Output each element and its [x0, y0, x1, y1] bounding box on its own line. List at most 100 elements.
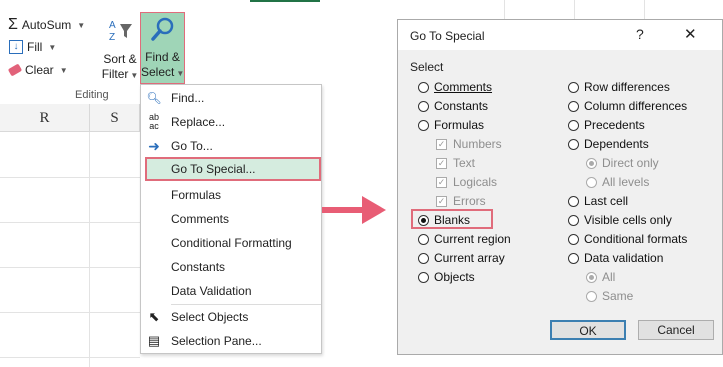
menu-item-comments[interactable]: Comments — [141, 207, 321, 231]
menu-item-goto-special[interactable]: Go To Special... — [145, 157, 321, 181]
option-label: Blanks — [434, 213, 471, 227]
option-validation-all[interactable]: All — [586, 270, 615, 284]
column-header-r[interactable]: R — [0, 104, 90, 132]
option-blanks[interactable]: Blanks — [418, 213, 470, 227]
radio-button[interactable] — [568, 195, 579, 207]
option-label: Text — [453, 156, 476, 170]
row-divider — [0, 222, 140, 223]
option-label: Direct only — [602, 156, 659, 170]
menu-item-label: Replace... — [171, 115, 226, 129]
menu-item-replace[interactable]: ab ac Replace... — [141, 110, 321, 134]
ok-button[interactable]: OK — [550, 320, 626, 340]
checkbox[interactable]: ✓ — [436, 176, 447, 188]
option-label: Objects — [434, 270, 475, 284]
option-current-region[interactable]: Current region — [418, 232, 511, 246]
checkbox-numbers[interactable]: ✓ Numbers — [436, 137, 502, 151]
checkbox[interactable]: ✓ — [436, 138, 447, 150]
radio-button[interactable] — [418, 271, 429, 283]
radio-button[interactable] — [568, 100, 579, 112]
option-row-differences[interactable]: Row differences — [568, 80, 670, 94]
option-conditional-formats[interactable]: Conditional formats — [568, 232, 687, 246]
menu-item-find[interactable]: 🔍︎ Find... — [141, 86, 321, 110]
menu-item-label: Data Validation — [171, 284, 252, 298]
radio-button-disabled[interactable] — [586, 290, 597, 302]
close-button[interactable]: ✕ — [684, 25, 697, 43]
sort-filter-button[interactable]: A Z Sort & Filter ▼ — [100, 18, 140, 84]
menu-item-select-objects[interactable]: ⬉ Select Objects — [141, 305, 321, 329]
radio-button-selected[interactable] — [418, 214, 429, 226]
checkbox[interactable]: ✓ — [436, 195, 447, 207]
selection-pane-icon: ▤ — [147, 333, 161, 348]
radio-button[interactable] — [568, 138, 579, 150]
radio-button[interactable] — [418, 81, 429, 93]
select-group-label: Select — [410, 60, 444, 74]
menu-item-formulas[interactable]: Formulas — [141, 183, 321, 207]
radio-button-disabled[interactable] — [586, 157, 597, 169]
option-last-cell[interactable]: Last cell — [568, 194, 628, 208]
option-label: Dependents — [584, 137, 649, 151]
option-data-validation[interactable]: Data validation — [568, 251, 663, 265]
menu-item-label: Comments — [171, 212, 230, 226]
option-constants[interactable]: Constants — [418, 99, 488, 113]
menu-item-selection-pane[interactable]: ▤ Selection Pane... — [141, 329, 321, 353]
option-current-array[interactable]: Current array — [418, 251, 505, 265]
row-divider — [0, 177, 140, 178]
radio-button-disabled[interactable] — [586, 271, 597, 283]
fill-button[interactable]: ↓ Fill ▼ — [9, 40, 56, 54]
option-column-differences[interactable]: Column differences — [568, 99, 687, 113]
option-dependents[interactable]: Dependents — [568, 137, 649, 151]
radio-button[interactable] — [568, 81, 579, 93]
svg-text:A: A — [109, 20, 116, 31]
find-select-label-2: Select — [141, 65, 175, 79]
magnifier-icon: 🔍︎ — [146, 91, 162, 105]
menu-item-label: Select Objects — [171, 310, 249, 324]
radio-button[interactable] — [568, 233, 579, 245]
option-precedents[interactable]: Precedents — [568, 118, 645, 132]
chevron-down-icon: ▼ — [48, 42, 57, 52]
menu-item-constants[interactable]: Constants — [141, 255, 321, 279]
checkbox[interactable]: ✓ — [436, 157, 447, 169]
menu-item-conditional-formatting[interactable]: Conditional Formatting — [141, 231, 321, 255]
menu-item-label: Conditional Formatting — [171, 236, 292, 250]
chevron-down-icon: ▼ — [130, 71, 139, 80]
fill-label: Fill — [27, 40, 43, 54]
checkbox-errors[interactable]: ✓ Errors — [436, 194, 486, 208]
radio-button[interactable] — [418, 252, 429, 264]
clear-button[interactable]: Clear ▼ — [7, 63, 68, 77]
find-select-label-1: Find & — [145, 50, 180, 64]
radio-button[interactable] — [568, 252, 579, 264]
radio-button[interactable] — [568, 119, 579, 131]
checkbox-logicals[interactable]: ✓ Logicals — [436, 175, 497, 189]
option-formulas[interactable]: Formulas — [418, 118, 484, 132]
option-label: Formulas — [434, 118, 485, 132]
option-label: All levels — [602, 175, 650, 189]
radio-button[interactable] — [568, 214, 579, 226]
option-all-levels[interactable]: All levels — [586, 175, 649, 189]
option-label: Errors — [453, 194, 486, 208]
option-direct-only[interactable]: Direct only — [586, 156, 659, 170]
option-comments[interactable]: Comments — [418, 80, 492, 94]
menu-item-label: Go To Special... — [171, 162, 256, 176]
radio-button-disabled[interactable] — [586, 176, 597, 188]
help-button[interactable]: ? — [636, 26, 644, 42]
option-objects[interactable]: Objects — [418, 270, 475, 284]
radio-button[interactable] — [418, 119, 429, 131]
group-label-editing: Editing — [75, 89, 109, 101]
chevron-down-icon: ▼ — [59, 65, 68, 75]
menu-item-data-validation[interactable]: Data Validation — [141, 279, 321, 303]
column-header-s[interactable]: S — [90, 104, 140, 132]
dialog-titlebar[interactable]: Go To Special ? ✕ — [398, 20, 722, 50]
option-validation-same[interactable]: Same — [586, 289, 633, 303]
autosum-button[interactable]: Σ AutoSum ▼ — [8, 16, 85, 34]
pointer-icon: ⬉ — [148, 309, 160, 324]
radio-button[interactable] — [418, 233, 429, 245]
menu-item-label: Find... — [171, 91, 205, 105]
radio-button[interactable] — [418, 100, 429, 112]
menu-item-goto[interactable]: ➜ Go To... — [141, 134, 321, 158]
cancel-button[interactable]: Cancel — [638, 320, 714, 340]
find-select-button[interactable]: Find & Select ▼ — [140, 12, 185, 84]
chevron-down-icon: ▼ — [176, 69, 185, 78]
menu-item-label: Constants — [171, 260, 226, 274]
checkbox-text[interactable]: ✓ Text — [436, 156, 475, 170]
option-visible-cells-only[interactable]: Visible cells only — [568, 213, 672, 227]
